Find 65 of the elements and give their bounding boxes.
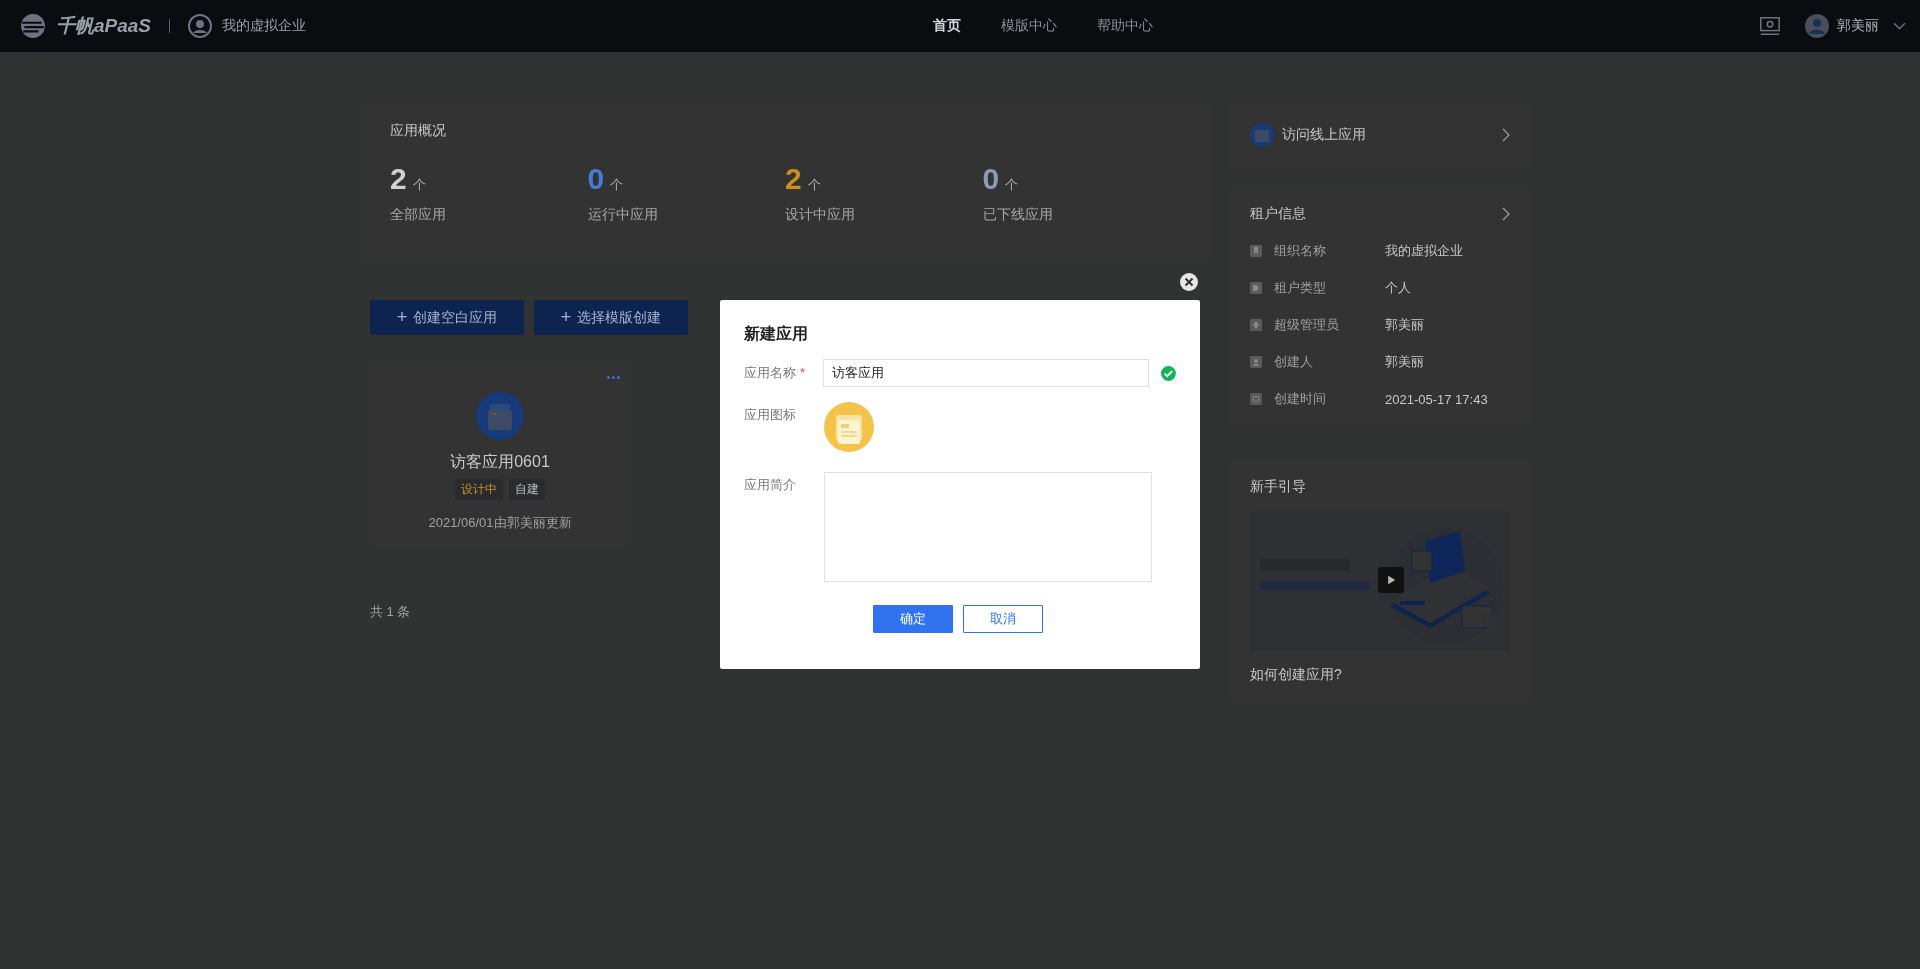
confirm-button[interactable]: 确定 [873,605,953,633]
cancel-button[interactable]: 取消 [963,605,1043,633]
stat-unit: 个 [610,176,624,194]
info-value: 个人 [1385,279,1411,297]
section-title: 新手引导 [1250,478,1307,496]
info-label: 组织名称 [1274,242,1327,260]
info-icon [1250,245,1262,257]
brand-name: 千帆aPaaS [56,14,152,38]
status-tag: 自建 [509,479,545,500]
screen-icon[interactable] [1759,15,1781,37]
field-label: 应用名称 * [744,364,807,382]
stat-unit: 个 [412,176,426,194]
total-count: 共 1 条 [370,604,411,619]
user-name[interactable]: 郭美丽 [1837,17,1879,35]
stat-number: 0 [587,162,605,196]
app-icon [1250,123,1274,147]
status-tag: 设计中 [455,479,503,500]
visit-link[interactable]: 访问线上应用 [1282,126,1366,144]
close-icon[interactable] [1179,272,1199,292]
stat-number: 0 [982,162,1000,196]
info-value: 2021-05-17 17:43 [1385,391,1488,407]
info-value: 我的虚拟企业 [1385,242,1463,260]
create-button[interactable]: + 创建空白应用 [370,300,524,335]
info-label: 超级管理员 [1274,316,1340,334]
user-avatar-icon[interactable] [1805,14,1829,38]
play-button[interactable] [1378,567,1404,593]
stat-unit: 个 [807,176,821,194]
info-label: 创建时间 [1274,390,1327,408]
field-label: 应用简介 [744,476,797,494]
info-icon [1250,356,1262,368]
info-label: 创建人 [1274,353,1314,371]
chevron-right-icon[interactable] [1502,128,1510,142]
info-icon [1250,282,1262,294]
field-label: 应用图标 [744,406,797,424]
stat-number: 2 [390,162,407,196]
description-field[interactable] [824,472,1152,582]
app-name[interactable]: 访客应用0601 [450,452,550,473]
user-avatar-icon [188,14,213,38]
info-value: 郭美丽 [1385,353,1424,371]
section-title: 租户信息 [1250,205,1306,223]
update-info: 2021/06/01由郭美丽更新 [428,514,572,532]
nav-tab[interactable]: 模版中心 [1001,17,1057,35]
info-icon [1250,393,1262,405]
app-name-field[interactable]: 访客应用 [823,359,1150,387]
create-button[interactable]: + 选择模版创建 [534,300,688,335]
stat-unit: 个 [1005,176,1019,194]
stat-label: 运行中应用 [587,206,659,224]
stat-label: 已下线应用 [982,206,1054,224]
more-icon[interactable] [607,376,620,379]
guide-link[interactable]: 如何创建应用? [1250,666,1342,682]
logo-icon [20,13,46,39]
info-value: 郭美丽 [1385,316,1424,334]
chevron-right-icon[interactable] [1502,207,1510,221]
stat-label: 设计中应用 [785,206,856,224]
nav-tab[interactable]: 帮助中心 [1097,17,1153,35]
stat-number: 2 [785,162,802,196]
nav-tab[interactable]: 首页 [933,17,961,35]
org-name[interactable]: 我的虚拟企业 [222,17,307,35]
info-icon [1250,319,1262,331]
dialog-title: 新建应用 [744,324,809,344]
chevron-down-icon[interactable] [1893,21,1906,31]
stat-label: 全部应用 [390,206,447,224]
info-label: 租户类型 [1274,279,1327,297]
app-icon [476,392,524,440]
section-title: 应用概况 [390,122,447,140]
